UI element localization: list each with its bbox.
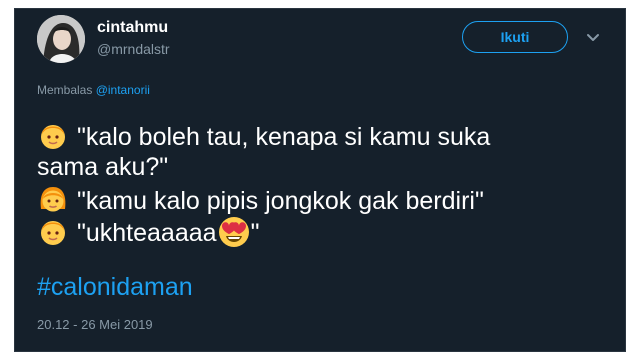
- reply-prefix: Membalas: [37, 83, 93, 97]
- reply-mention-link[interactable]: @intanorii: [96, 83, 150, 97]
- avatar[interactable]: [37, 15, 85, 63]
- tweet-text-line-1: "kalo boleh tau, kenapa si kamu suka: [77, 123, 491, 151]
- heart-eyes-face-icon: [218, 217, 249, 247]
- tweet-text-line-2: sama aku?": [37, 153, 169, 181]
- avatar-photo: [37, 15, 85, 63]
- tweet-line-3: "kamu kalo pipis jongkok gak berdiri": [37, 183, 484, 217]
- tweet-line-4: "ukhteaaaaa ": [37, 215, 259, 249]
- tweet-text-line-4-closing: ": [250, 219, 260, 247]
- boy-face-icon: [41, 125, 65, 149]
- girl-face-icon: [40, 187, 66, 212]
- boy-face-icon: [41, 221, 65, 245]
- tweet-card: cintahmu @mrndalstr Ikuti Membalas @inta…: [14, 8, 626, 352]
- user-handle[interactable]: @mrndalstr: [97, 41, 170, 57]
- chevron-down-icon[interactable]: [583, 27, 603, 47]
- hashtag-link[interactable]: #calonidaman: [37, 273, 193, 302]
- display-name[interactable]: cintahmu: [97, 19, 168, 37]
- tweet-line-1: "kalo boleh tau, kenapa si kamu suka: [37, 119, 490, 153]
- follow-button[interactable]: Ikuti: [462, 21, 568, 53]
- tweet-text-line-4: "ukhteaaaaa: [77, 219, 217, 247]
- tweet-timestamp[interactable]: 20.12 - 26 Mei 2019: [37, 317, 153, 332]
- tweet-line-2: sama aku?": [37, 151, 168, 183]
- reply-context: Membalas @intanorii: [37, 83, 150, 97]
- tweet-text-line-3: "kamu kalo pipis jongkok gak berdiri": [77, 187, 484, 215]
